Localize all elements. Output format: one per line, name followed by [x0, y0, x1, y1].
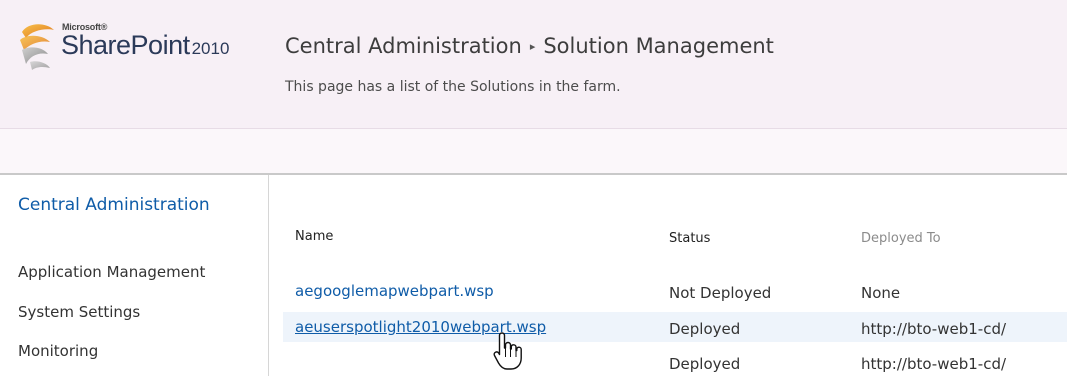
- hand-pointer-icon: [493, 332, 522, 370]
- product-name: SharePoint: [61, 30, 190, 60]
- solution-status: Not Deployed: [669, 284, 772, 302]
- column-header-name[interactable]: Name: [295, 229, 333, 244]
- nav-heading-central-administration[interactable]: Central Administration: [18, 195, 258, 216]
- column-header-deployed-to[interactable]: Deployed To: [861, 231, 941, 246]
- column-header-status[interactable]: Status: [669, 231, 710, 246]
- breadcrumb-root-link[interactable]: Central Administration: [285, 34, 522, 58]
- breadcrumb-current: Solution Management: [543, 34, 774, 58]
- page-description: This page has a list of the Solutions in…: [285, 79, 621, 95]
- sharepoint-logo[interactable]: Microsoft® SharePoint 2010: [16, 20, 266, 80]
- breadcrumb-separator-icon: ▸: [529, 40, 536, 53]
- solution-status: Deployed: [669, 355, 741, 373]
- nav-item-system-settings[interactable]: System Settings: [18, 303, 140, 321]
- page-header: Microsoft® SharePoint 2010 Central Admini…: [0, 0, 1067, 129]
- solution-deployed-to: http://bto-web1-cd/: [861, 320, 1007, 338]
- left-navigation: Central Administration Application Manag…: [0, 175, 269, 376]
- solution-status: Deployed: [669, 320, 741, 338]
- solution-deployed-to: http://bto-web1-cd/: [861, 355, 1007, 373]
- nav-item-monitoring[interactable]: Monitoring: [18, 342, 98, 360]
- solution-deployed-to: None: [861, 284, 901, 302]
- product-version: 2010: [191, 39, 230, 58]
- solution-name-link[interactable]: aegooglemapwebpart.wsp: [295, 282, 494, 300]
- ribbon-strip: [0, 129, 1067, 175]
- sharepoint-logo-icon: [20, 24, 54, 70]
- sharepoint-wordmark: SharePoint 2010: [61, 30, 229, 61]
- breadcrumb: Central Administration ▸ Solution Manageme…: [285, 34, 774, 58]
- nav-item-application-management[interactable]: Application Management: [18, 263, 205, 281]
